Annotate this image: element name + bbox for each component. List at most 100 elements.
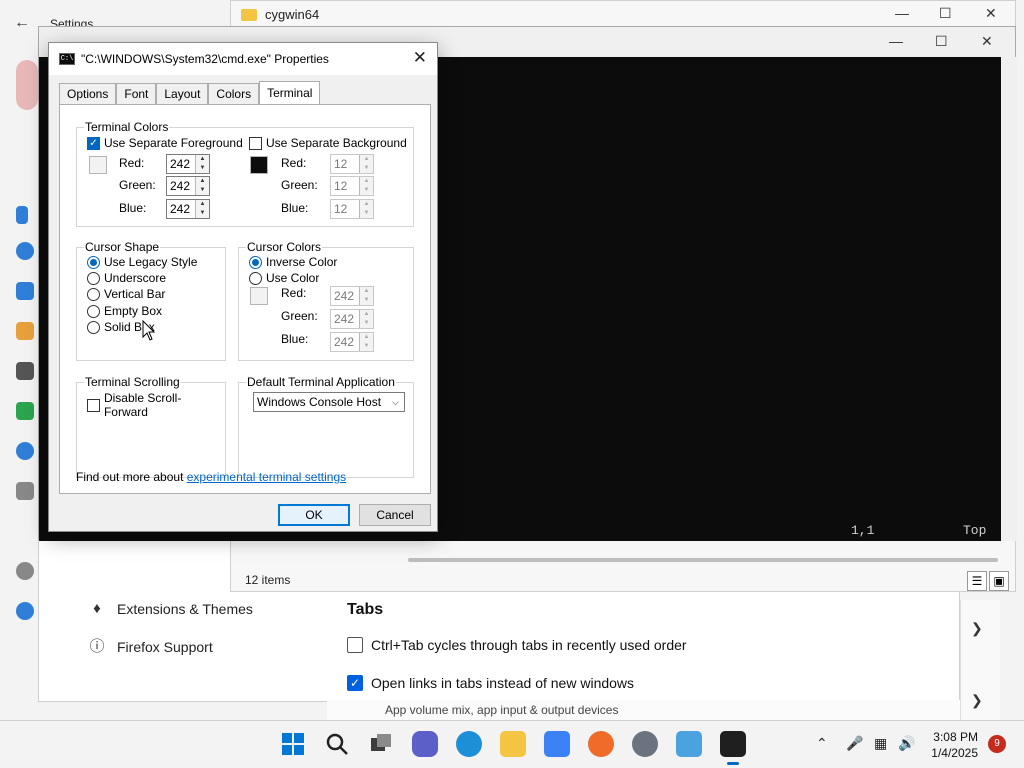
file-explorer-icon[interactable] xyxy=(500,731,526,757)
profile-avatar-icon[interactable] xyxy=(16,60,38,110)
bg-green-stepper: 12 ▲ ▼ xyxy=(330,176,374,196)
maximize-icon[interactable]: ☐ xyxy=(939,5,952,22)
settings-gear-icon[interactable] xyxy=(632,731,658,757)
tab-colors[interactable]: Colors xyxy=(208,83,260,105)
cursor-empty-box-radio[interactable] xyxy=(87,304,100,318)
ctrl-tab-option[interactable]: Ctrl+Tab cycles through tabs in recently… xyxy=(347,637,687,653)
separate-background-checkbox[interactable] xyxy=(249,136,262,150)
cursor-legacy-option[interactable]: Use Legacy Style xyxy=(87,255,197,269)
tab-font[interactable]: Font xyxy=(116,83,157,105)
details-view-icon[interactable]: ☰ xyxy=(967,571,987,591)
separate-foreground-option[interactable]: ✓ Use Separate Foreground xyxy=(87,136,243,150)
terminal-app-icon[interactable] xyxy=(720,731,746,765)
down-arrow-icon[interactable]: ▼ xyxy=(196,186,209,195)
cancel-button[interactable]: Cancel xyxy=(359,504,431,526)
use-color-label: Use Color xyxy=(266,271,320,285)
horizontal-scrollbar[interactable] xyxy=(408,558,998,562)
gaming-icon[interactable] xyxy=(16,482,34,500)
search-icon[interactable] xyxy=(324,731,350,757)
back-arrow-icon[interactable]: ← xyxy=(14,14,30,32)
nav-firefox-support[interactable]: ⓘ Firefox Support xyxy=(89,639,212,656)
inverse-color-option[interactable]: Inverse Color xyxy=(249,255,337,269)
tab-options[interactable]: Options xyxy=(59,83,117,105)
use-color-radio[interactable] xyxy=(249,271,262,285)
tiles-view-icon[interactable]: ▣ xyxy=(989,571,1009,591)
separate-background-option[interactable]: Use Separate Background xyxy=(249,136,407,150)
cursor-empty-box-label: Empty Box xyxy=(104,304,163,318)
terminal-scrollbar[interactable] xyxy=(1001,57,1017,541)
fg-red-stepper[interactable]: 242 ▲ ▼ xyxy=(166,154,210,174)
edge-browser-icon[interactable] xyxy=(456,731,482,757)
ctrl-tab-checkbox[interactable] xyxy=(347,637,363,653)
volume-icon[interactable]: 🔊 xyxy=(898,735,915,752)
maximize-icon[interactable]: ☐ xyxy=(935,33,948,50)
windows-start-icon[interactable] xyxy=(280,731,306,757)
accounts-icon[interactable] xyxy=(16,402,34,420)
up-arrow-icon[interactable]: ▲ xyxy=(196,200,209,209)
up-arrow-icon: ▲ xyxy=(360,177,373,186)
settings-sidebar-icons xyxy=(16,60,38,660)
use-color-option[interactable]: Use Color xyxy=(249,271,319,285)
privacy-icon[interactable] xyxy=(16,562,34,580)
cursor-red-value: 242 xyxy=(334,289,355,303)
apps-icon[interactable] xyxy=(16,362,34,380)
bg-green-value: 12 xyxy=(334,179,348,193)
ok-button[interactable]: OK xyxy=(278,504,350,526)
separate-foreground-checkbox[interactable]: ✓ xyxy=(87,136,100,150)
clock-date: 1/4/2025 xyxy=(931,746,978,760)
chevron-up-icon[interactable]: ⌃ xyxy=(816,735,828,752)
firefox-icon[interactable] xyxy=(588,731,614,757)
up-arrow-icon[interactable]: ▲ xyxy=(196,155,209,164)
windows-update-icon[interactable] xyxy=(16,602,34,620)
system-icon[interactable] xyxy=(16,206,28,224)
cursor-empty-box-option[interactable]: Empty Box xyxy=(87,304,162,318)
tab-layout[interactable]: Layout xyxy=(156,83,209,105)
cursor-vertical-bar-option[interactable]: Vertical Bar xyxy=(87,287,165,301)
close-icon[interactable]: ✕ xyxy=(981,33,993,50)
up-arrow-icon[interactable]: ▲ xyxy=(196,177,209,186)
nav-extensions-themes[interactable]: ♦ Extensions & Themes xyxy=(89,601,253,618)
background-color-swatch xyxy=(250,156,268,174)
tab-terminal[interactable]: Terminal xyxy=(259,81,321,105)
inverse-color-radio[interactable] xyxy=(249,255,262,269)
bluetooth-icon[interactable] xyxy=(16,242,34,260)
down-arrow-icon[interactable]: ▼ xyxy=(196,209,209,218)
system-clock[interactable]: 3:08 PM 1/4/2025 xyxy=(931,729,978,761)
chevron-right-icon[interactable]: ❯ xyxy=(971,620,983,637)
time-language-icon[interactable] xyxy=(16,442,34,460)
control-panel-icon[interactable] xyxy=(676,731,702,757)
open-links-checkbox[interactable]: ✓ xyxy=(347,675,363,691)
fg-blue-stepper[interactable]: 242 ▲ ▼ xyxy=(166,199,210,219)
cursor-legacy-radio[interactable] xyxy=(87,255,100,269)
bg-red-label: Red: xyxy=(281,156,307,170)
minimize-icon[interactable]: — xyxy=(889,33,903,49)
disable-scroll-forward-checkbox[interactable] xyxy=(87,398,100,412)
chevron-right-icon[interactable]: ❯ xyxy=(971,692,983,709)
experimental-settings-link[interactable]: experimental terminal settings xyxy=(187,470,346,484)
teams-chat-icon[interactable] xyxy=(412,731,438,757)
fg-green-stepper[interactable]: 242 ▲ ▼ xyxy=(166,176,210,196)
close-icon[interactable]: ✕ xyxy=(413,48,427,68)
network-icon[interactable] xyxy=(16,282,34,300)
notification-badge[interactable]: 9 xyxy=(988,735,1006,753)
separate-foreground-label: Use Separate Foreground xyxy=(104,136,243,150)
network-icon[interactable]: ▦ xyxy=(874,735,887,752)
down-arrow-icon[interactable]: ▼ xyxy=(196,164,209,173)
default-terminal-select[interactable]: Windows Console Host ⌵ xyxy=(253,392,405,412)
disable-scroll-forward-option[interactable]: Disable Scroll-Forward xyxy=(87,391,225,419)
cursor-underscore-option[interactable]: Underscore xyxy=(87,271,166,285)
microsoft-store-icon[interactable] xyxy=(544,731,570,757)
down-arrow-icon: ▼ xyxy=(360,164,373,173)
up-arrow-icon: ▲ xyxy=(360,200,373,209)
microphone-icon[interactable]: 🎤 xyxy=(846,735,863,752)
cursor-blue-label: Blue: xyxy=(281,332,309,346)
task-view-icon[interactable] xyxy=(368,731,394,757)
cursor-underscore-radio[interactable] xyxy=(87,271,100,285)
cursor-vertical-bar-radio[interactable] xyxy=(87,287,100,301)
personalization-icon[interactable] xyxy=(16,322,34,340)
cursor-solid-box-radio[interactable] xyxy=(87,320,100,334)
fg-red-value: 242 xyxy=(170,157,191,171)
close-icon[interactable]: ✕ xyxy=(985,5,997,22)
minimize-icon[interactable]: — xyxy=(895,5,909,21)
open-links-option[interactable]: ✓ Open links in tabs instead of new wind… xyxy=(347,675,634,691)
